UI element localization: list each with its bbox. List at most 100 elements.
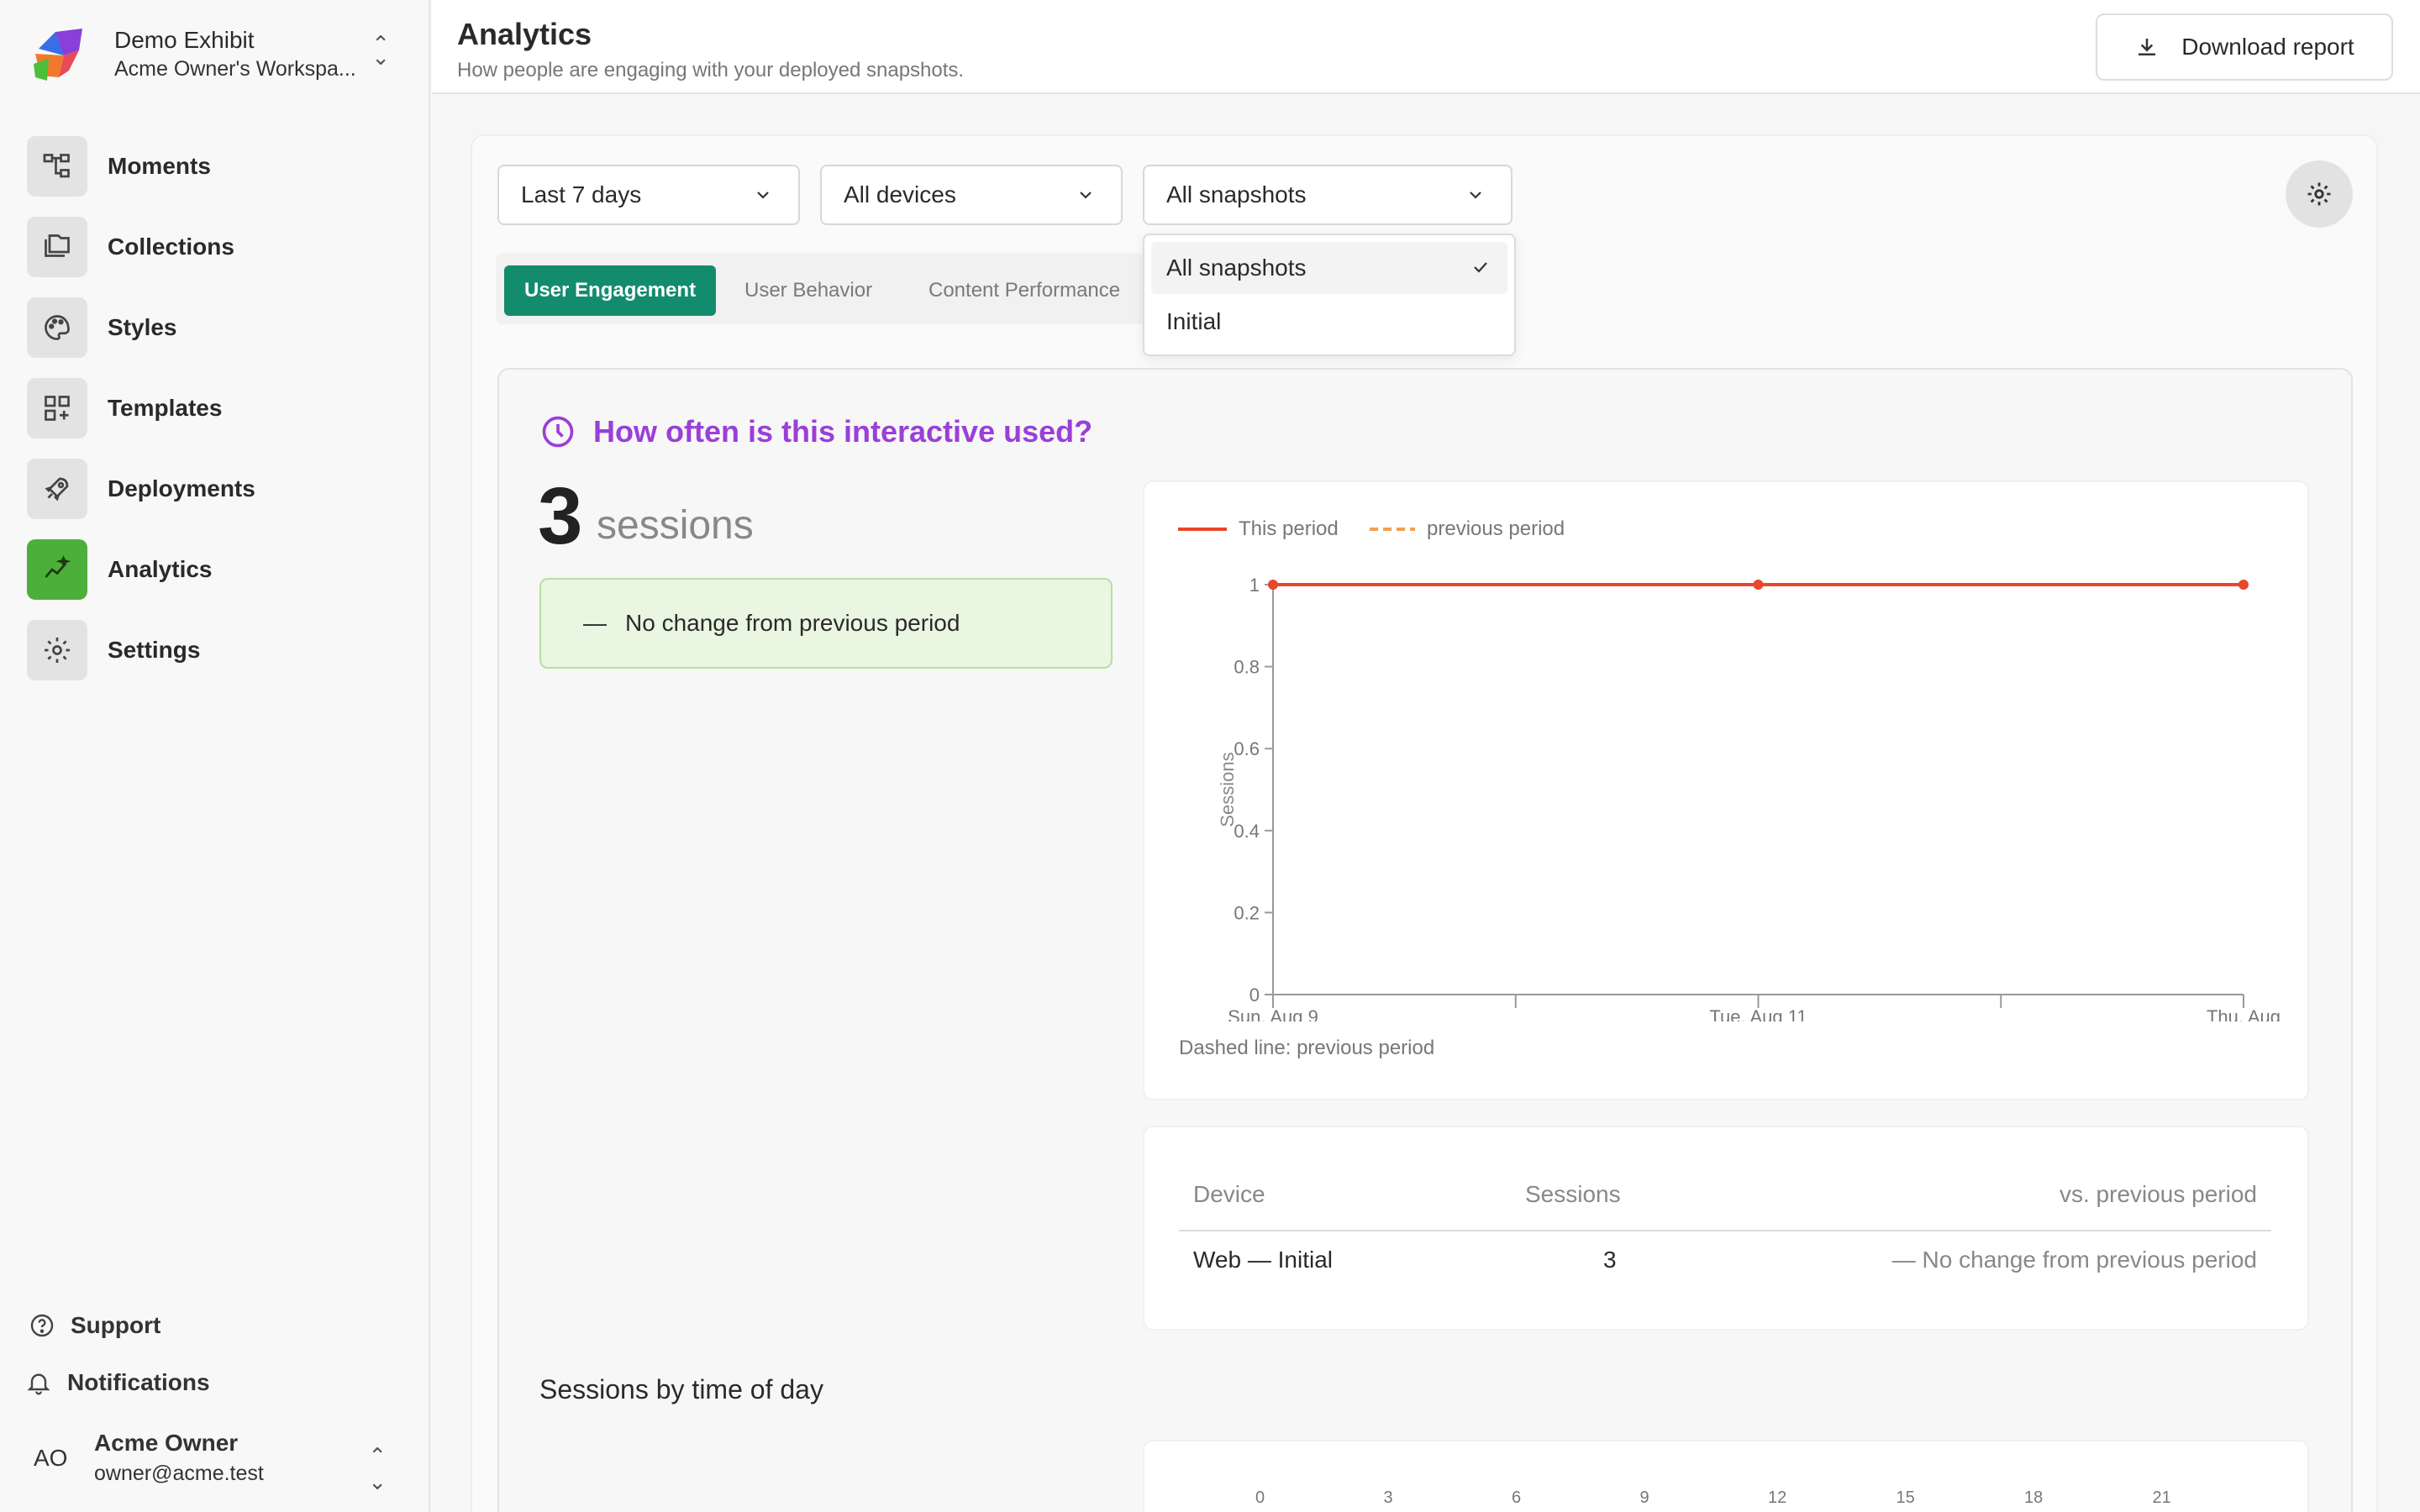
- y-tick-label: 0.8: [1234, 657, 1260, 678]
- workspace-name: Demo Exhibit: [114, 27, 255, 53]
- nav-item-templates[interactable]: Templates: [27, 368, 397, 449]
- dropdown-option-all-snapshots[interactable]: All snapshots: [1151, 242, 1507, 294]
- dropdown-option-initial[interactable]: Initial: [1151, 296, 1507, 348]
- chevron-up-down-icon: ⌃ ⌄: [371, 31, 390, 70]
- page-title: Analytics: [457, 17, 592, 51]
- tab-content-performance[interactable]: Content Performance: [929, 265, 1120, 316]
- help-circle-icon: [30, 1314, 54, 1337]
- nav-item-styles[interactable]: Styles: [27, 287, 397, 368]
- chart-settings-button[interactable]: [2286, 160, 2353, 228]
- time-of-day-title: Sessions by time of day: [539, 1374, 823, 1404]
- clock-icon: [542, 416, 574, 448]
- devices-select[interactable]: All devices: [820, 165, 1123, 225]
- x-tick-label: Thu, Aug: [2207, 1006, 2281, 1021]
- check-icon: [1474, 262, 1487, 273]
- nav-item-analytics[interactable]: Analytics: [27, 529, 397, 610]
- page-subtitle: How people are engaging with your deploy…: [457, 59, 965, 81]
- nav-label: Templates: [108, 395, 223, 421]
- table-cell-change: — No change from previous period: [1891, 1247, 2257, 1273]
- snapshots-value: All snapshots: [1166, 181, 1307, 207]
- y-tick-label: 0: [1249, 984, 1260, 1005]
- workspace-subtitle: Acme Owner's Workspa...: [114, 57, 356, 81]
- snapshots-dropdown-menu: All snapshots Initial: [1143, 234, 1516, 356]
- legend-previous-period: previous period: [1370, 517, 1565, 541]
- nav-item-collections[interactable]: Collections: [27, 207, 397, 287]
- y-tick-label: 1: [1249, 575, 1260, 596]
- period-select[interactable]: Last 7 days: [497, 165, 800, 225]
- time-of-day-tick: 12: [1768, 1488, 1787, 1507]
- session-unit: sessions: [597, 503, 754, 548]
- legend-label: This period: [1239, 517, 1339, 540]
- time-of-day-tick: 3: [1383, 1488, 1393, 1507]
- table-header-sessions: Sessions: [1525, 1181, 1621, 1207]
- sessions-line-chart: 00.20.40.60.81SessionsSun, Aug 9 Tue, Aug…: [1217, 575, 2281, 1021]
- question-text: How often is this interactive used?: [593, 414, 1093, 449]
- snapshots-select[interactable]: All snapshots: [1143, 165, 1512, 225]
- table-header-change: vs. previous period: [2059, 1181, 2257, 1207]
- option-label: All snapshots: [1166, 255, 1307, 281]
- table-header-device: Device: [1193, 1181, 1265, 1207]
- chevron-down-icon: [1080, 192, 1092, 199]
- user-menu[interactable]: AO Acme Owner owner@acme.test ⌃ ⌄: [34, 1430, 403, 1497]
- bell-icon: [27, 1373, 50, 1395]
- time-of-day-tick: 9: [1639, 1488, 1649, 1507]
- rocket-icon: [27, 459, 87, 519]
- x-tick-label: Sun, Aug 9: [1228, 1006, 1318, 1021]
- page-header: Analytics How people are engaging with y…: [432, 0, 2420, 94]
- workspace-switcher[interactable]: Demo Exhibit Acme Owner's Workspa... ⌃ ⌄: [30, 24, 400, 87]
- palette-icon: [27, 297, 87, 358]
- option-label: Initial: [1166, 308, 1222, 334]
- legend-label: previous period: [1427, 517, 1565, 540]
- nav-label: Analytics: [108, 556, 213, 582]
- engagement-question: How often is this interactive used?: [539, 413, 1092, 450]
- legend-this-period: This period: [1178, 517, 1339, 541]
- gear-icon: [2307, 182, 2331, 206]
- data-point: [1268, 580, 1278, 590]
- time-of-day-tick: 18: [2024, 1488, 2044, 1507]
- main-nav: Moments Collections Styles Templates Dep…: [27, 126, 397, 690]
- table-cell-sessions: 3: [1603, 1247, 1617, 1273]
- table-divider: [1179, 1230, 2271, 1231]
- moments-icon: [27, 136, 87, 197]
- notifications-label: Notifications: [67, 1369, 210, 1395]
- chart-note: Dashed line: previous period: [1179, 1037, 1435, 1059]
- download-label: Download report: [2181, 34, 2354, 60]
- analytics-tabs: User Engagement User Behavior Content Pe…: [496, 254, 1210, 324]
- chevron-down-icon: [757, 192, 769, 199]
- support-link[interactable]: Support: [29, 1312, 160, 1339]
- notifications-link[interactable]: Notifications: [25, 1369, 210, 1396]
- avatar: AO: [34, 1445, 68, 1471]
- sidebar: Demo Exhibit Acme Owner's Workspa... ⌃ ⌄ …: [0, 0, 430, 1512]
- change-dash: —: [583, 610, 607, 636]
- y-axis-label: Sessions: [1217, 752, 1238, 827]
- nav-label: Moments: [108, 153, 211, 179]
- device-table-card: [1143, 1126, 2309, 1331]
- nav-label: Styles: [108, 314, 177, 340]
- support-label: Support: [71, 1312, 161, 1338]
- tab-user-behavior[interactable]: User Behavior: [744, 265, 872, 316]
- y-tick-label: 0.2: [1234, 902, 1260, 923]
- data-point: [2238, 580, 2249, 590]
- data-point: [1753, 580, 1764, 590]
- user-name: Acme Owner: [94, 1430, 239, 1456]
- templates-icon: [27, 378, 87, 438]
- nav-item-deployments[interactable]: Deployments: [27, 449, 397, 529]
- collections-icon: [27, 217, 87, 277]
- nav-item-settings[interactable]: Settings: [27, 610, 397, 690]
- nav-item-moments[interactable]: Moments: [27, 126, 397, 207]
- session-count: 3: [538, 471, 583, 561]
- x-tick-label: Tue, Aug 11: [1709, 1006, 1807, 1021]
- nav-label: Deployments: [108, 475, 255, 501]
- tab-user-engagement[interactable]: User Engagement: [504, 265, 717, 316]
- user-email: owner@acme.test: [94, 1462, 264, 1485]
- change-summary: — No change from previous period: [539, 578, 1113, 669]
- analytics-icon: [27, 539, 87, 600]
- time-of-day-tick: 21: [2152, 1488, 2171, 1507]
- change-text: No change from previous period: [625, 610, 960, 636]
- download-report-button[interactable]: Download report: [2096, 13, 2393, 81]
- chevron-up-down-icon: ⌃ ⌄: [368, 1443, 387, 1494]
- nav-label: Settings: [108, 637, 201, 663]
- time-of-day-card: [1143, 1440, 2309, 1512]
- gear-icon: [27, 620, 87, 680]
- devices-value: All devices: [844, 181, 956, 207]
